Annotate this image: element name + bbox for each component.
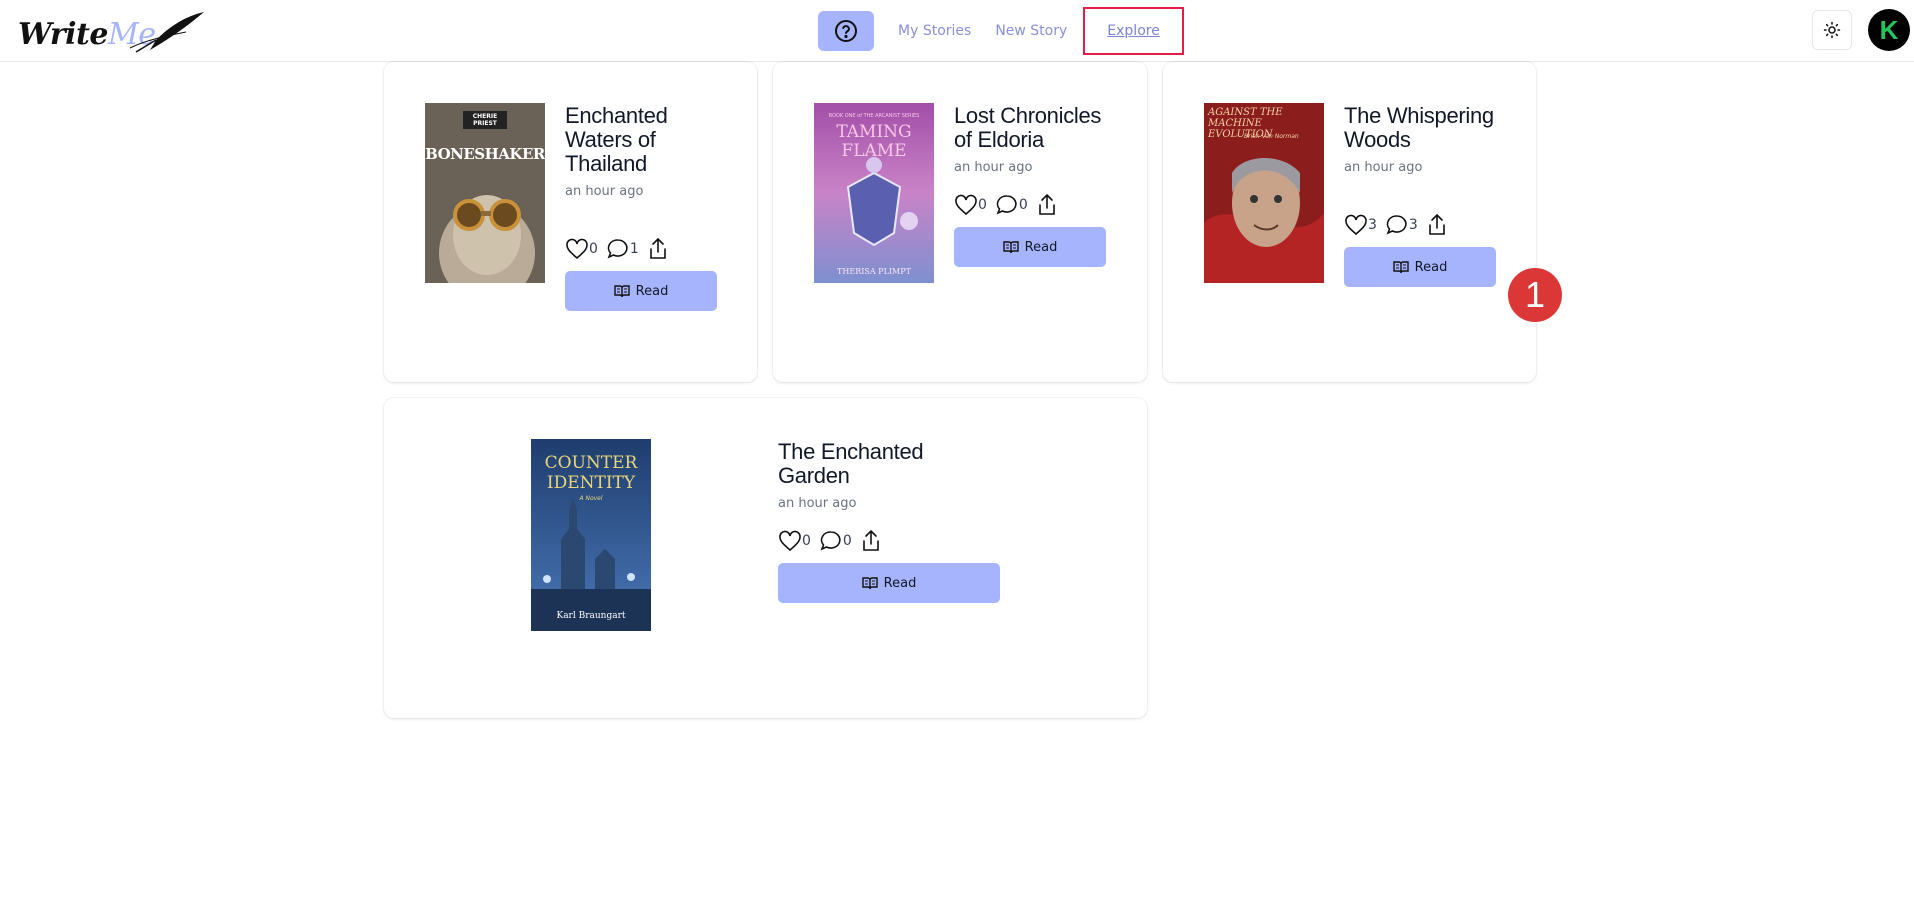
comment-button[interactable]: 0 <box>819 530 852 552</box>
like-count: 0 <box>978 197 987 213</box>
cover-art <box>425 103 545 283</box>
comment-count: 0 <box>1018 197 1028 213</box>
comment-button[interactable]: 1 <box>606 238 639 260</box>
comment-icon <box>607 239 628 259</box>
cover-author-text: THERISA PLIMPT <box>837 267 911 276</box>
heart-icon <box>955 194 977 216</box>
nav-new-story[interactable]: New Story <box>983 11 1079 51</box>
comment-icon <box>1386 215 1407 235</box>
theme-toggle-button[interactable] <box>1812 10 1852 50</box>
story-card: BOOK ONE of THE ARCANIST SERIES TAMING F… <box>773 62 1147 382</box>
user-avatar[interactable]: K <box>1868 9 1910 51</box>
cover-author-text: CHERIE PRIEST <box>472 113 498 127</box>
story-info: Enchanted Waters of Thailand an hour ago… <box>565 104 717 311</box>
comment-icon <box>996 195 1017 215</box>
book-open-icon <box>613 285 630 298</box>
book-open-icon <box>1002 241 1019 254</box>
comment-icon <box>820 531 841 551</box>
story-title[interactable]: The Enchanted Garden <box>778 440 1000 488</box>
story-stats: 3 3 <box>1344 213 1496 237</box>
share-button[interactable] <box>860 529 882 553</box>
comment-button[interactable]: 3 <box>1385 214 1418 236</box>
cover-author-text: Karl Braungart <box>556 611 626 621</box>
comment-count: 0 <box>842 533 852 549</box>
nav-my-stories[interactable]: My Stories <box>886 11 983 51</box>
book-cover[interactable]: COUNTER IDENTITY A Novel Karl Braungart <box>531 439 651 631</box>
book-open-icon <box>1392 261 1409 274</box>
question-circle-icon <box>835 20 857 42</box>
like-count: 3 <box>1368 217 1377 233</box>
story-info: The Enchanted Garden an hour ago 0 0 Rea… <box>778 440 1000 603</box>
nav-explore[interactable]: Explore <box>1083 7 1184 55</box>
story-info: The Whispering Woods an hour ago 3 3 Rea… <box>1344 104 1496 287</box>
like-count: 0 <box>802 533 811 549</box>
like-button[interactable]: 0 <box>954 194 987 216</box>
book-cover[interactable]: BOOK ONE of THE ARCANIST SERIES TAMING F… <box>814 103 934 283</box>
story-stats: 0 0 <box>954 193 1114 217</box>
like-button[interactable]: 0 <box>565 238 598 260</box>
quill-icon <box>129 12 204 53</box>
share-icon <box>1039 193 1055 215</box>
sun-icon <box>1823 21 1841 39</box>
like-count: 0 <box>589 241 598 257</box>
heart-icon <box>779 530 801 552</box>
heart-icon <box>1345 214 1367 236</box>
like-button[interactable]: 3 <box>1344 214 1377 236</box>
heart-icon <box>566 238 588 260</box>
story-timestamp: an hour ago <box>565 184 644 199</box>
share-icon <box>863 529 879 551</box>
annotation-badge: 1 <box>1508 268 1562 322</box>
read-button-label: Read <box>1024 239 1058 255</box>
cover-title-text: TAMING FLAME <box>836 122 912 161</box>
story-timestamp: an hour ago <box>954 160 1033 175</box>
read-button[interactable]: Read <box>778 563 1000 603</box>
logo-text-write: Write <box>18 17 109 52</box>
cover-series-text: BOOK ONE of THE ARCANIST SERIES <box>828 113 920 119</box>
story-title[interactable]: Enchanted Waters of Thailand <box>565 104 717 176</box>
story-title[interactable]: The Whispering Woods <box>1344 104 1496 152</box>
story-title[interactable]: Lost Chronicles of Eldoria <box>954 104 1114 152</box>
share-icon <box>650 237 666 259</box>
cover-author-text: Brian Van Norman <box>1244 133 1299 140</box>
story-card: AGAINST THE MACHINE EVOLUTION Brian Van … <box>1163 62 1536 382</box>
cover-title-text: COUNTER IDENTITY <box>544 453 638 493</box>
top-navbar: Write Me My Stories New Story Explore K <box>0 0 1914 62</box>
cover-title-text: BONESHAKER <box>425 145 545 163</box>
story-stats: 0 0 <box>778 529 1000 553</box>
book-cover[interactable]: CHERIE PRIEST BONESHAKER <box>425 103 545 283</box>
story-stats: 0 1 <box>565 237 717 261</box>
read-button-label: Read <box>635 283 669 299</box>
share-button[interactable] <box>647 237 669 261</box>
read-button-label: Read <box>1414 259 1448 275</box>
main-nav: My Stories New Story Explore <box>818 7 1184 55</box>
comment-count: 3 <box>1408 217 1418 233</box>
writeme-logo[interactable]: Write Me <box>18 12 204 53</box>
story-card: CHERIE PRIEST BONESHAKER Enchanted Water… <box>384 62 757 382</box>
story-card: COUNTER IDENTITY A Novel Karl Braungart … <box>384 398 1147 718</box>
cover-subtitle-text: A Novel <box>579 495 603 502</box>
book-open-icon <box>861 577 878 590</box>
share-button[interactable] <box>1426 213 1448 237</box>
story-info: Lost Chronicles of Eldoria an hour ago 0… <box>954 104 1114 267</box>
like-button[interactable]: 0 <box>778 530 811 552</box>
read-button[interactable]: Read <box>565 271 717 311</box>
share-button[interactable] <box>1036 193 1058 217</box>
read-button-label: Read <box>883 575 917 591</box>
story-timestamp: an hour ago <box>778 496 857 511</box>
share-icon <box>1429 213 1445 235</box>
book-cover[interactable]: AGAINST THE MACHINE EVOLUTION Brian Van … <box>1204 103 1324 283</box>
story-timestamp: an hour ago <box>1344 160 1423 175</box>
help-button[interactable] <box>818 11 874 51</box>
comment-count: 1 <box>629 241 639 257</box>
comment-button[interactable]: 0 <box>995 194 1028 216</box>
read-button[interactable]: Read <box>954 227 1106 267</box>
read-button[interactable]: Read <box>1344 247 1496 287</box>
